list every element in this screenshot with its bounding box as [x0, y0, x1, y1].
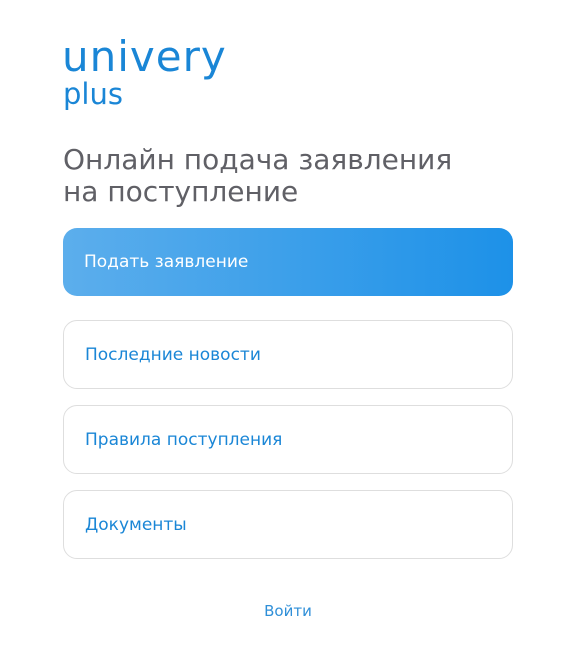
page-title-line-1: Онлайн подача заявления — [63, 143, 453, 176]
documents-button[interactable]: Документы — [63, 490, 513, 559]
logo-subtitle: plus — [63, 77, 123, 111]
latest-news-label: Последние новости — [85, 344, 261, 365]
univery-plus-logo: univery plus — [62, 36, 227, 109]
logo-wordmark: univery — [62, 32, 227, 81]
admission-rules-label: Правила поступления — [85, 429, 283, 450]
page-title: Онлайн подача заявления на поступление — [63, 144, 523, 208]
main-menu: Подать заявление Последние новости Прави… — [63, 228, 513, 575]
login-link[interactable]: Войти — [0, 602, 566, 620]
latest-news-button[interactable]: Последние новости — [63, 320, 513, 389]
page-title-line-2: на поступление — [63, 175, 299, 208]
submit-application-button[interactable]: Подать заявление — [63, 228, 513, 296]
documents-label: Документы — [85, 514, 187, 535]
submit-application-label: Подать заявление — [84, 252, 249, 272]
admission-rules-button[interactable]: Правила поступления — [63, 405, 513, 474]
